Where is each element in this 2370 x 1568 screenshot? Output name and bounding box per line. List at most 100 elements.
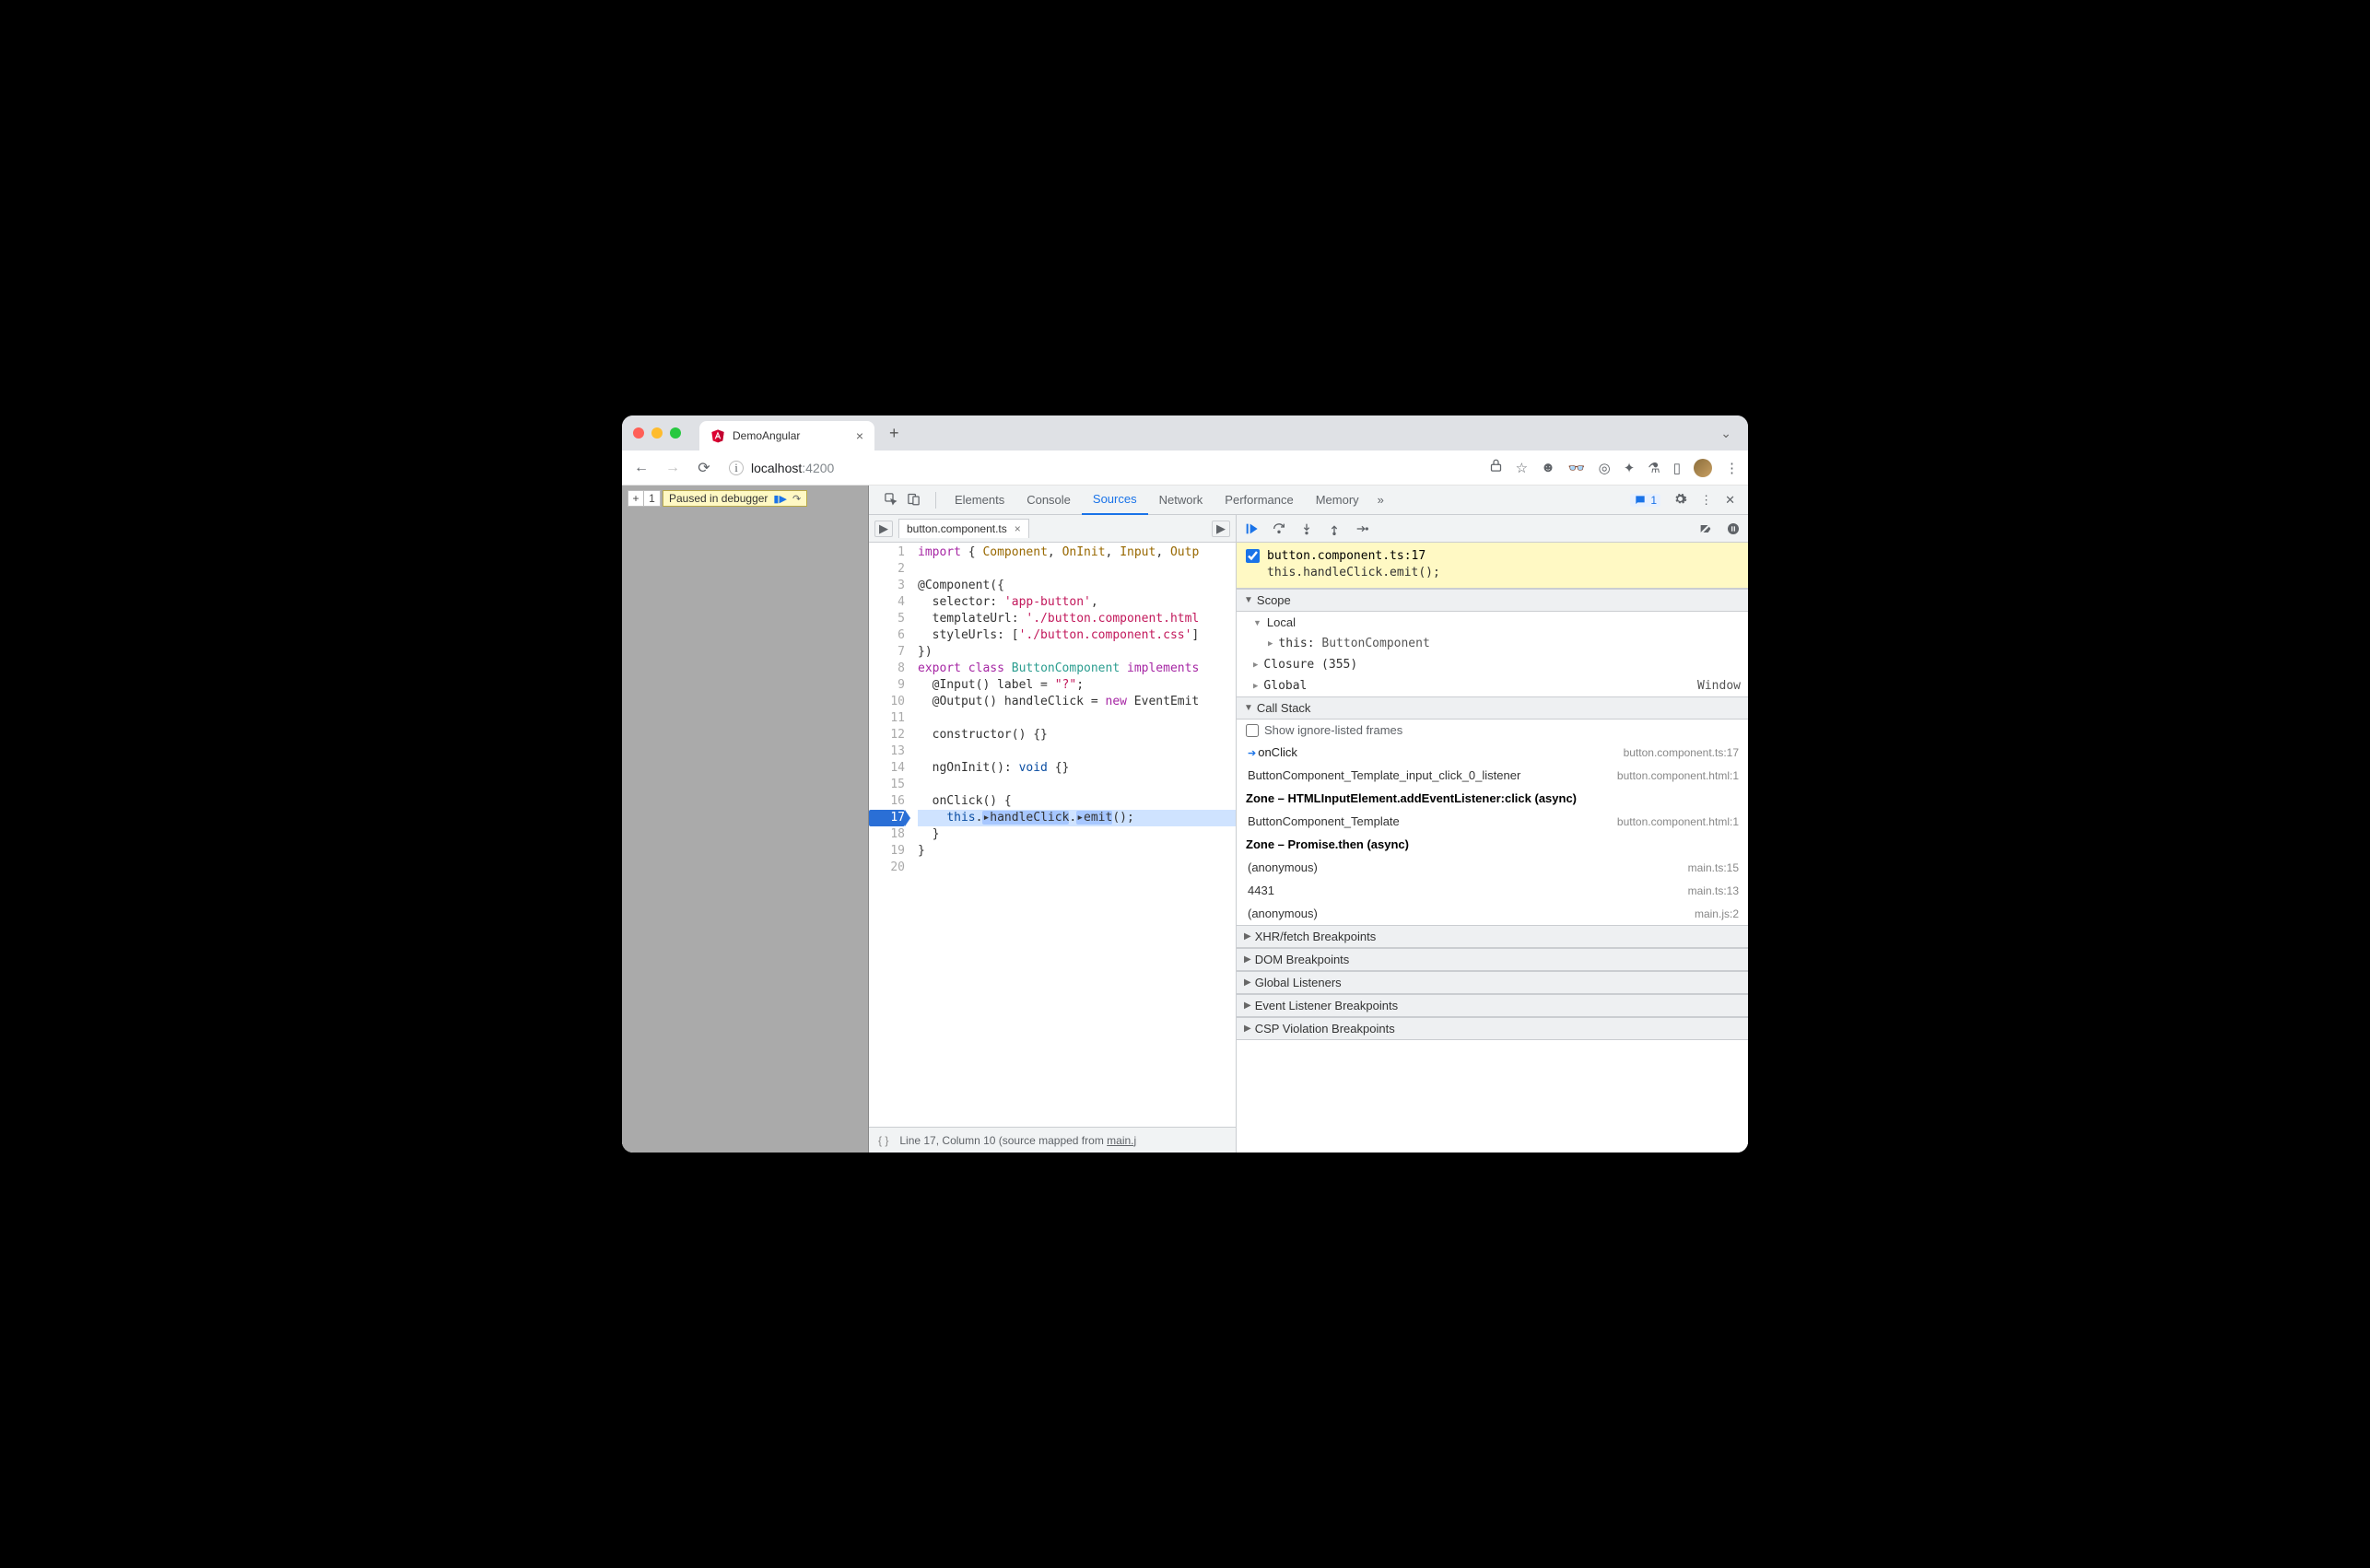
callstack-frame[interactable]: ButtonComponent_Template_input_click_0_l… — [1237, 764, 1748, 787]
editor-file-tab[interactable]: button.component.ts × — [898, 519, 1029, 538]
line-number[interactable]: 18 — [869, 826, 905, 843]
scope-global-row[interactable]: ▶Global Window — [1237, 675, 1748, 696]
reload-button[interactable]: ⟳ — [694, 459, 714, 477]
code-line[interactable] — [918, 743, 1236, 760]
step-over-button[interactable] — [1272, 521, 1286, 536]
code-line[interactable] — [918, 561, 1236, 578]
forward-button[interactable]: → — [663, 460, 683, 476]
line-number[interactable]: 11 — [869, 710, 905, 727]
code-line[interactable]: this.▸handleClick.▸emit(); — [918, 810, 1236, 826]
code-line[interactable] — [918, 710, 1236, 727]
line-number[interactable]: 4 — [869, 594, 905, 611]
labs-icon[interactable]: ⚗ — [1648, 460, 1660, 476]
line-number[interactable]: 1 — [869, 544, 905, 561]
code-line[interactable]: onClick() { — [918, 793, 1236, 810]
line-number[interactable]: 3 — [869, 578, 905, 594]
code-line[interactable]: export class ButtonComponent implements — [918, 661, 1236, 677]
issues-badge[interactable]: 1 — [1630, 494, 1660, 507]
source-map-link[interactable]: main.j — [1107, 1134, 1136, 1147]
code-line[interactable]: constructor() {} — [918, 727, 1236, 743]
global-listeners-header[interactable]: ▶Global Listeners — [1237, 971, 1748, 994]
profile-avatar[interactable] — [1694, 459, 1712, 477]
devtools-tab-console[interactable]: Console — [1015, 486, 1082, 515]
address-bar[interactable]: i localhost:4200 — [729, 461, 1478, 475]
callstack-section-header[interactable]: ▼ Call Stack — [1237, 696, 1748, 720]
code-line[interactable]: styleUrls: ['./button.component.css'] — [918, 627, 1236, 644]
code-line[interactable]: } — [918, 826, 1236, 843]
code-line[interactable]: @Output() handleClick = new EventEmit — [918, 694, 1236, 710]
line-number[interactable]: 20 — [869, 860, 905, 876]
browser-menu-icon[interactable]: ⋮ — [1725, 460, 1739, 476]
code-line[interactable]: import { Component, OnInit, Input, Outp — [918, 544, 1236, 561]
devtools-tab-network[interactable]: Network — [1148, 486, 1214, 515]
line-number[interactable]: 8 — [869, 661, 905, 677]
site-info-icon[interactable]: i — [729, 461, 744, 475]
overlay-step-icon[interactable]: ↷ — [792, 493, 801, 505]
devtools-close-icon[interactable]: ✕ — [1725, 493, 1735, 508]
line-number[interactable]: 2 — [869, 561, 905, 578]
step-button[interactable] — [1355, 521, 1369, 536]
overlay-resume-icon[interactable]: ▮▶ — [773, 493, 787, 505]
run-snippet-icon[interactable]: ▶ — [1212, 521, 1230, 537]
devtools-tab-elements[interactable]: Elements — [944, 486, 1015, 515]
csp-breakpoints-header[interactable]: ▶CSP Violation Breakpoints — [1237, 1017, 1748, 1040]
extension-icon-1[interactable]: ☻ — [1541, 460, 1555, 475]
line-number[interactable]: 6 — [869, 627, 905, 644]
line-number[interactable]: 10 — [869, 694, 905, 710]
scope-section-header[interactable]: ▼ Scope — [1237, 589, 1748, 612]
line-number[interactable]: 5 — [869, 611, 905, 627]
extension-icon-3[interactable]: ◎ — [1599, 460, 1611, 476]
minimize-window-button[interactable] — [651, 427, 663, 439]
callstack-frame[interactable]: ButtonComponent_Templatebutton.component… — [1237, 810, 1748, 833]
code-line[interactable]: @Component({ — [918, 578, 1236, 594]
callstack-frame[interactable]: 4431main.ts:13 — [1237, 879, 1748, 902]
share-icon[interactable] — [1489, 459, 1503, 476]
scope-closure-row[interactable]: ▶Closure (355) — [1237, 654, 1748, 675]
callstack-frame[interactable]: ➔onClickbutton.component.ts:17 — [1237, 741, 1748, 764]
maximize-window-button[interactable] — [670, 427, 681, 439]
code-line[interactable]: selector: 'app-button', — [918, 594, 1236, 611]
extensions-puzzle-icon[interactable]: ✦ — [1624, 460, 1636, 476]
new-tab-button[interactable]: + — [882, 424, 907, 443]
ignore-listed-row[interactable]: Show ignore-listed frames — [1237, 720, 1748, 741]
line-number[interactable]: 13 — [869, 743, 905, 760]
resume-button[interactable] — [1244, 521, 1259, 536]
scope-this-row[interactable]: ▶ this: ButtonComponent — [1237, 633, 1748, 654]
code-line[interactable] — [918, 777, 1236, 793]
code-line[interactable]: ngOnInit(): void {} — [918, 760, 1236, 777]
code-line[interactable]: templateUrl: './button.component.html — [918, 611, 1236, 627]
code-line[interactable]: @Input() label = "?"; — [918, 677, 1236, 694]
tab-list-button[interactable]: ⌄ — [1715, 426, 1737, 441]
inspect-element-icon[interactable] — [884, 492, 898, 509]
more-tabs-button[interactable]: » — [1370, 493, 1391, 507]
line-number[interactable]: 17 — [869, 810, 905, 826]
line-number[interactable]: 7 — [869, 644, 905, 661]
extension-icon-2[interactable]: 👓 — [1568, 460, 1586, 476]
line-number[interactable]: 19 — [869, 843, 905, 860]
xhr-breakpoints-header[interactable]: ▶XHR/fetch Breakpoints — [1237, 925, 1748, 948]
navigator-toggle-icon[interactable]: ▶ — [874, 521, 893, 537]
line-number[interactable]: 14 — [869, 760, 905, 777]
devtools-menu-icon[interactable]: ⋮ — [1700, 493, 1712, 508]
settings-gear-icon[interactable] — [1673, 492, 1687, 509]
deactivate-breakpoints-button[interactable] — [1698, 521, 1713, 536]
pretty-print-icon[interactable]: { } — [878, 1134, 888, 1147]
line-number[interactable]: 9 — [869, 677, 905, 694]
devtools-tab-memory[interactable]: Memory — [1305, 486, 1370, 515]
line-number[interactable]: 12 — [869, 727, 905, 743]
breakpoint-checkbox[interactable] — [1246, 549, 1260, 563]
code-line[interactable]: } — [918, 843, 1236, 860]
callstack-frame[interactable]: (anonymous)main.js:2 — [1237, 902, 1748, 925]
back-button[interactable]: ← — [631, 460, 651, 476]
devtools-tab-performance[interactable]: Performance — [1214, 486, 1304, 515]
browser-tab[interactable]: DemoAngular × — [699, 421, 874, 451]
step-into-button[interactable] — [1299, 521, 1314, 536]
code-line[interactable]: }) — [918, 644, 1236, 661]
devtools-tab-sources[interactable]: Sources — [1082, 486, 1148, 515]
close-window-button[interactable] — [633, 427, 644, 439]
line-number[interactable]: 15 — [869, 777, 905, 793]
zoom-plus-button[interactable]: + — [628, 490, 644, 507]
line-number[interactable]: 16 — [869, 793, 905, 810]
tab-close-button[interactable]: × — [856, 428, 863, 443]
ignore-listed-checkbox[interactable] — [1246, 724, 1259, 737]
